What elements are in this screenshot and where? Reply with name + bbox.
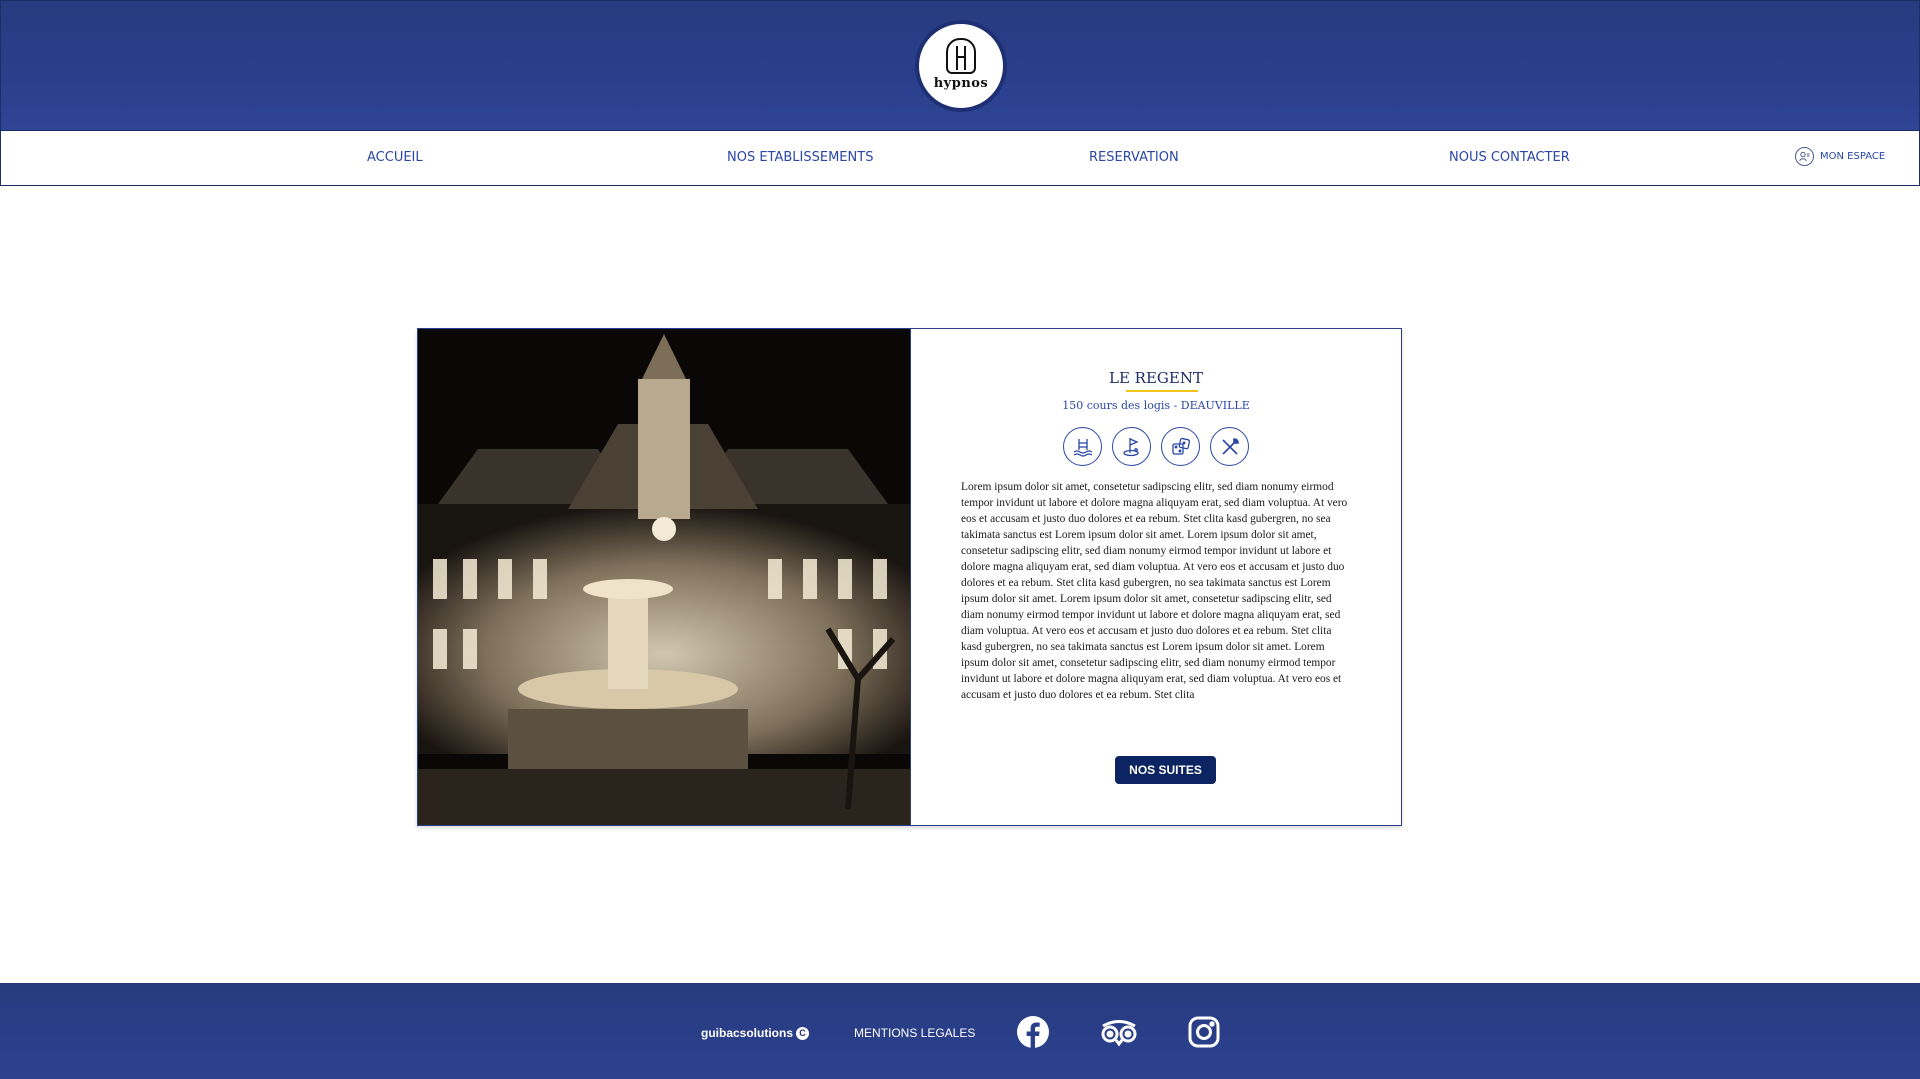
amenity-icons (911, 427, 1401, 466)
account-label: MON ESPACE (1820, 151, 1886, 162)
hypnos-logo[interactable]: hypnos (915, 20, 1007, 112)
site-footer: guibacsolutions C MENTIONS LEGALES (0, 983, 1920, 1079)
casino-dice-icon (1161, 427, 1200, 466)
account-link[interactable]: MON ESPACE (1795, 147, 1885, 166)
title-underline (1126, 390, 1198, 392)
site-header: hypnos (0, 0, 1920, 131)
user-icon (1795, 147, 1814, 166)
instagram-icon[interactable] (1187, 1015, 1221, 1049)
nav-item-contact[interactable]: NOUS CONTACTER (1449, 150, 1570, 165)
hotel-description: Lorem ipsum dolor sit amet, consetetur s… (961, 481, 1348, 701)
nav-item-accueil[interactable]: ACCUEIL (367, 150, 423, 165)
copyright-icon: C (796, 1026, 810, 1040)
tripadvisor-icon[interactable] (1100, 1015, 1137, 1049)
pool-icon (1063, 427, 1102, 466)
copyright-text: guibacsolutions (701, 1026, 794, 1040)
copyright: guibacsolutions C (701, 1026, 810, 1040)
golf-icon (1112, 427, 1151, 466)
legal-link[interactable]: MENTIONS LEGALES (854, 1026, 975, 1040)
logo-h-mark (946, 37, 976, 74)
nav-item-reservation[interactable]: RESERVATION (1089, 150, 1179, 165)
hotel-address: 150 cours des logis - DEAUVILLE (1062, 399, 1250, 412)
main-nav: ACCUEIL NOS ETABLISSEMENTS RESERVATION N… (0, 131, 1920, 186)
logo-text: hypnos (933, 75, 989, 91)
hotel-details: LE REGENT 150 cours des logis - DEAUVILL… (910, 329, 1401, 825)
nav-item-etablissements[interactable]: NOS ETABLISSEMENTS (727, 150, 873, 165)
hotel-name: LE REGENT (1109, 369, 1203, 387)
hotel-card: LE REGENT 150 cours des logis - DEAUVILL… (417, 328, 1402, 826)
restaurant-icon (1210, 427, 1249, 466)
nos-suites-button[interactable]: NOS SUITES (1115, 756, 1216, 784)
facebook-icon[interactable] (1016, 1015, 1050, 1049)
hotel-photo (418, 329, 910, 825)
